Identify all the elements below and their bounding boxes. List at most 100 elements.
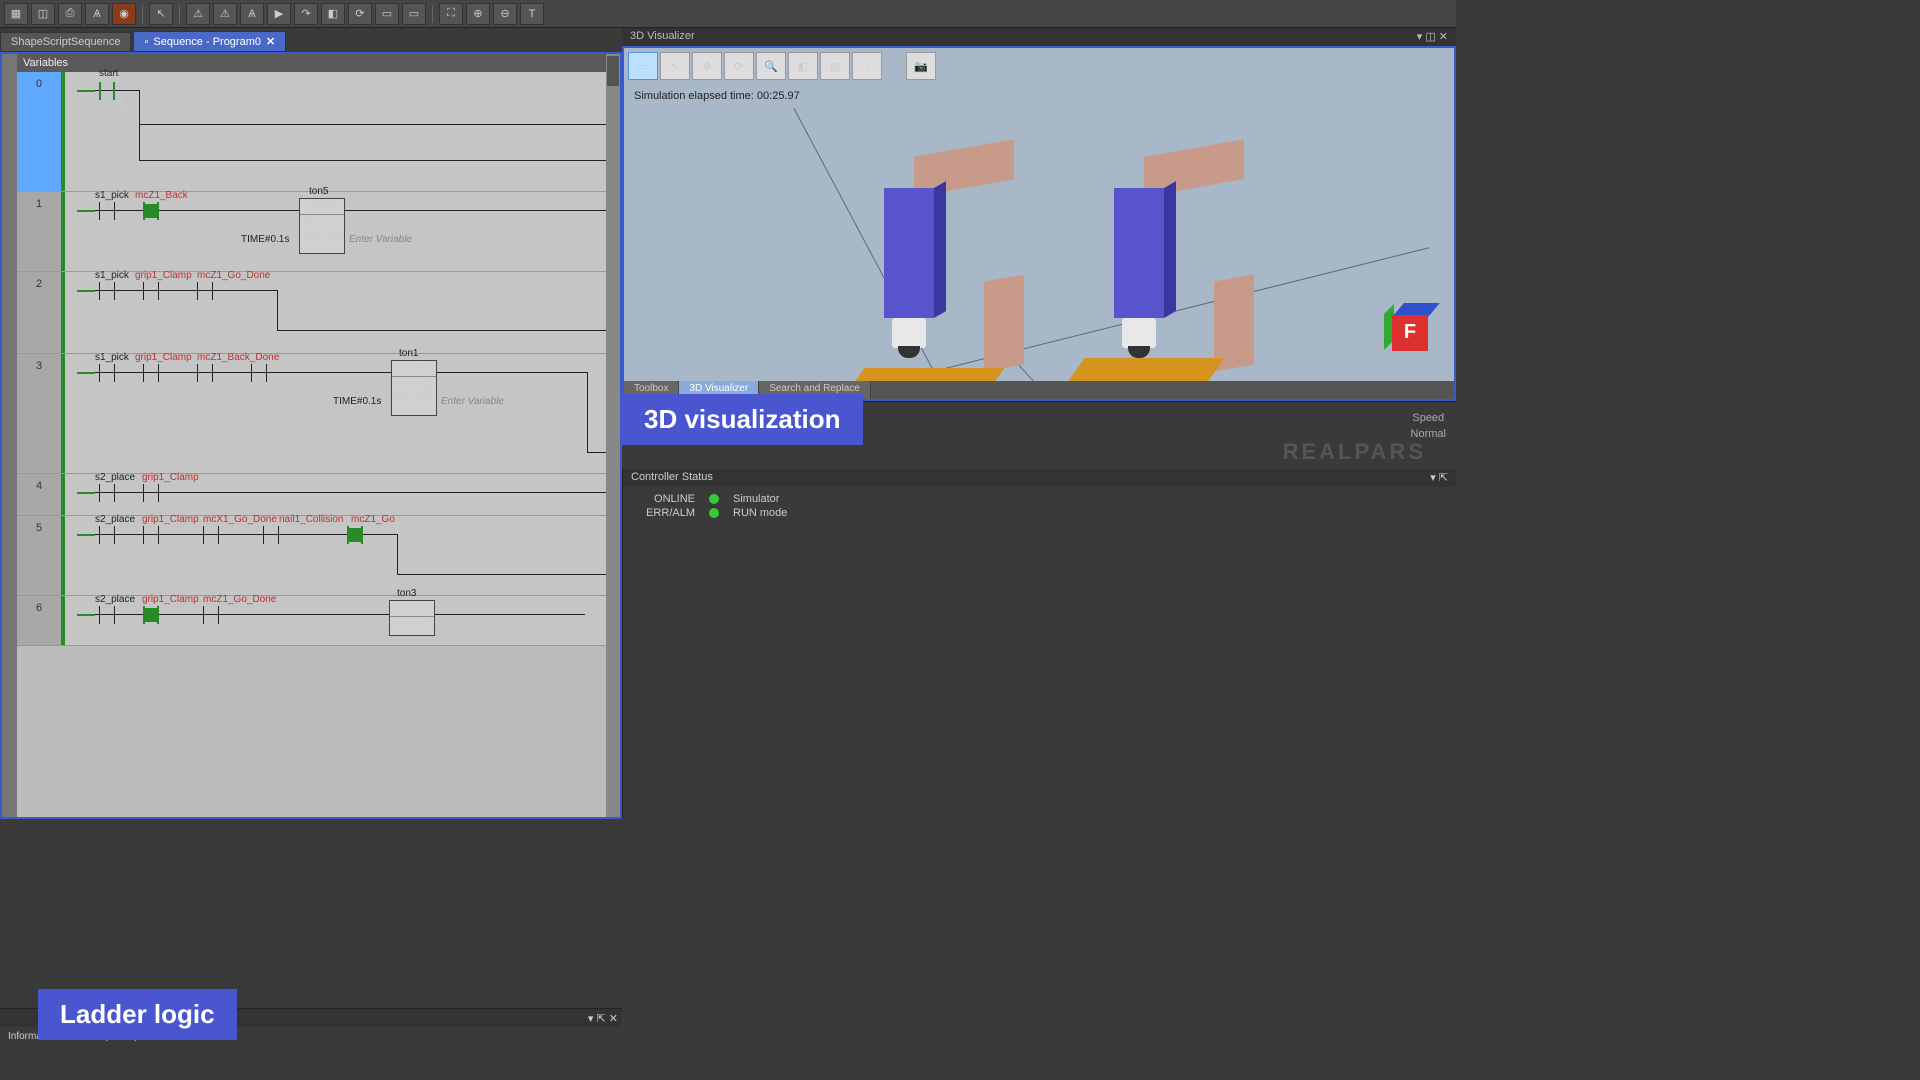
viz-tool-dots[interactable]: ⋮ xyxy=(852,52,882,80)
lbl: grip1_Clamp xyxy=(135,352,192,363)
viz-tool-pointer[interactable]: ↖ xyxy=(660,52,690,80)
rung-2[interactable]: 2 s1_pick grip1_Clamp mcZ1_Go_Done xyxy=(17,272,620,354)
rung-6[interactable]: 6 s2_place grip1_Clamp mcZ1_Go_Done xyxy=(17,596,620,646)
main-toolbar: ▦ ◫ ⎙ Ѧ ◉ ↖ ⚠ ⚠ Ѧ ▶ ↷ ◧ ⟳ ▭ ▭ ⛶ ⊕ ⊖ T xyxy=(0,0,1456,28)
tool-btn-12[interactable]: ▭ xyxy=(375,3,399,25)
tool-btn-1[interactable]: ▦ xyxy=(4,3,28,25)
tool-btn-5[interactable]: ◉ xyxy=(112,3,136,25)
brand-logo: REALPARS xyxy=(1283,439,1426,465)
rung-num-1: 1 xyxy=(17,192,61,271)
viz-tool-list[interactable]: ▤ xyxy=(820,52,850,80)
rung-num-3: 3 xyxy=(17,354,61,473)
status-controls[interactable]: ▾ ⇱ xyxy=(1430,471,1448,485)
callout-ladder: Ladder logic xyxy=(38,989,237,1040)
contact-mcz1back[interactable] xyxy=(139,202,163,220)
viz-tool-box[interactable]: ◧ xyxy=(788,52,818,80)
viz-3d-viewport[interactable]: ▭ ↖ ✥ ⟳ 🔍 ◧ ▤ ⋮ 📷 Simulation elapsed tim… xyxy=(622,46,1456,401)
tool-btn-13[interactable]: ▭ xyxy=(402,3,426,25)
callout-3d: 3D visualization xyxy=(622,394,863,445)
contact[interactable] xyxy=(95,606,119,624)
lbl: mcX1_Go_Done xyxy=(203,514,277,525)
ladder-scrollbar[interactable] xyxy=(606,54,620,817)
tool-btn-11[interactable]: ⟳ xyxy=(348,3,372,25)
speed-label: Speed xyxy=(1411,412,1446,424)
contact[interactable] xyxy=(139,282,163,300)
contact-start-label: start xyxy=(99,68,118,79)
contact[interactable] xyxy=(139,606,163,624)
contact[interactable] xyxy=(193,282,217,300)
playback-panel: 3D visualization Speed Normal REALPARS xyxy=(622,401,1456,469)
ptval: TIME#0.1s xyxy=(333,396,381,407)
ladder-editor: Variables 0 start xyxy=(0,52,622,819)
tool-btn-14[interactable]: T xyxy=(520,3,544,25)
tool-btn-2[interactable]: ◫ xyxy=(31,3,55,25)
rung-num-5: 5 xyxy=(17,516,61,595)
pt-value: TIME#0.1s xyxy=(241,234,289,245)
status-online-label: ONLINE xyxy=(635,493,695,505)
rung-num-2: 2 xyxy=(17,272,61,353)
fbox-ton1[interactable]: TON InQ PTET xyxy=(391,360,437,416)
lbl: s2_place xyxy=(95,514,135,525)
lbl: s1_pick xyxy=(95,352,129,363)
lbl: nail1_Collision xyxy=(279,514,343,525)
fbox-name: ton1 xyxy=(399,348,418,359)
rung-0[interactable]: 0 start ↖ xyxy=(17,72,620,192)
tab-close-icon[interactable]: ✕ xyxy=(266,35,275,48)
status-err-value: RUN mode xyxy=(733,507,787,519)
tool-btn-9[interactable]: ↷ xyxy=(294,3,318,25)
contact[interactable] xyxy=(193,364,217,382)
tool-btn-7[interactable]: Ѧ xyxy=(240,3,264,25)
output-controls[interactable]: ▾ ⇱ ✕ xyxy=(588,1012,618,1025)
fbox-name: ton3 xyxy=(397,588,416,599)
contact[interactable] xyxy=(343,526,367,544)
contact[interactable] xyxy=(139,526,163,544)
viz-tool-move[interactable]: ✥ xyxy=(692,52,722,80)
lbl: grip1_Clamp xyxy=(142,594,199,605)
status-online-dot xyxy=(709,494,719,504)
tab-sequence[interactable]: ▫ Sequence - Program0 ✕ xyxy=(133,31,286,52)
contact-s1pick[interactable] xyxy=(95,202,119,220)
fbox-ton5[interactable]: TON InQ PTET xyxy=(299,198,345,254)
contact[interactable] xyxy=(199,606,223,624)
contact[interactable] xyxy=(95,526,119,544)
viz-window-controls[interactable]: ▾ ◫ ✕ xyxy=(1417,30,1448,44)
tool-btn-6[interactable]: ↖ xyxy=(149,3,173,25)
contact[interactable] xyxy=(199,526,223,544)
tool-zoom-out[interactable]: ⊖ xyxy=(493,3,517,25)
viz-tool-rotate[interactable]: ⟳ xyxy=(724,52,754,80)
viz-tool-camera[interactable]: 📷 xyxy=(906,52,936,80)
rung-5[interactable]: 5 s2_place grip1_Clamp mcX1_Go_Done nail… xyxy=(17,516,620,596)
viz-toolbar: ▭ ↖ ✥ ⟳ 🔍 ◧ ▤ ⋮ 📷 xyxy=(628,52,936,80)
tool-warn-2[interactable]: ⚠ xyxy=(213,3,237,25)
ph[interactable]: Enter Variable xyxy=(441,396,504,407)
lbl: s1_pick xyxy=(95,270,129,281)
tool-btn-10[interactable]: ◧ xyxy=(321,3,345,25)
rung-num-4: 4 xyxy=(17,474,61,515)
contact[interactable] xyxy=(95,282,119,300)
tab-doc-icon: ▫ xyxy=(144,36,148,48)
tool-zoom-in[interactable]: ⊕ xyxy=(466,3,490,25)
viz-tool-zoom[interactable]: 🔍 xyxy=(756,52,786,80)
lbl: mcZ1_Back_Done xyxy=(197,352,279,363)
editor-tab-strip: ShapeScriptSequence ▫ Sequence - Program… xyxy=(0,28,622,52)
contact[interactable] xyxy=(139,364,163,382)
contact[interactable] xyxy=(95,484,119,502)
rung-1[interactable]: 1 s1_pick mcZ1_Back ton5 T xyxy=(17,192,620,272)
contact[interactable] xyxy=(139,484,163,502)
contact[interactable] xyxy=(95,364,119,382)
tab-shapescript[interactable]: ShapeScriptSequence xyxy=(0,32,131,52)
et-placeholder[interactable]: Enter Variable xyxy=(349,234,412,245)
tool-btn-3[interactable]: ⎙ xyxy=(58,3,82,25)
contact[interactable] xyxy=(247,364,271,382)
tool-btn-4[interactable]: Ѧ xyxy=(85,3,109,25)
fbox-ton3[interactable]: TON InQ xyxy=(389,600,435,636)
tool-btn-8[interactable]: ▶ xyxy=(267,3,291,25)
tool-crop[interactable]: ⛶ xyxy=(439,3,463,25)
viz-tool-select[interactable]: ▭ xyxy=(628,52,658,80)
status-online-value: Simulator xyxy=(733,493,779,505)
contact[interactable] xyxy=(259,526,283,544)
tool-warn-1[interactable]: ⚠ xyxy=(186,3,210,25)
rung-4[interactable]: 4 s2_place grip1_Clamp xyxy=(17,474,620,516)
rung-3[interactable]: 3 s1_pick grip1_Clamp mcZ1_Back_Done xyxy=(17,354,620,474)
view-cube[interactable]: F xyxy=(1384,303,1434,359)
